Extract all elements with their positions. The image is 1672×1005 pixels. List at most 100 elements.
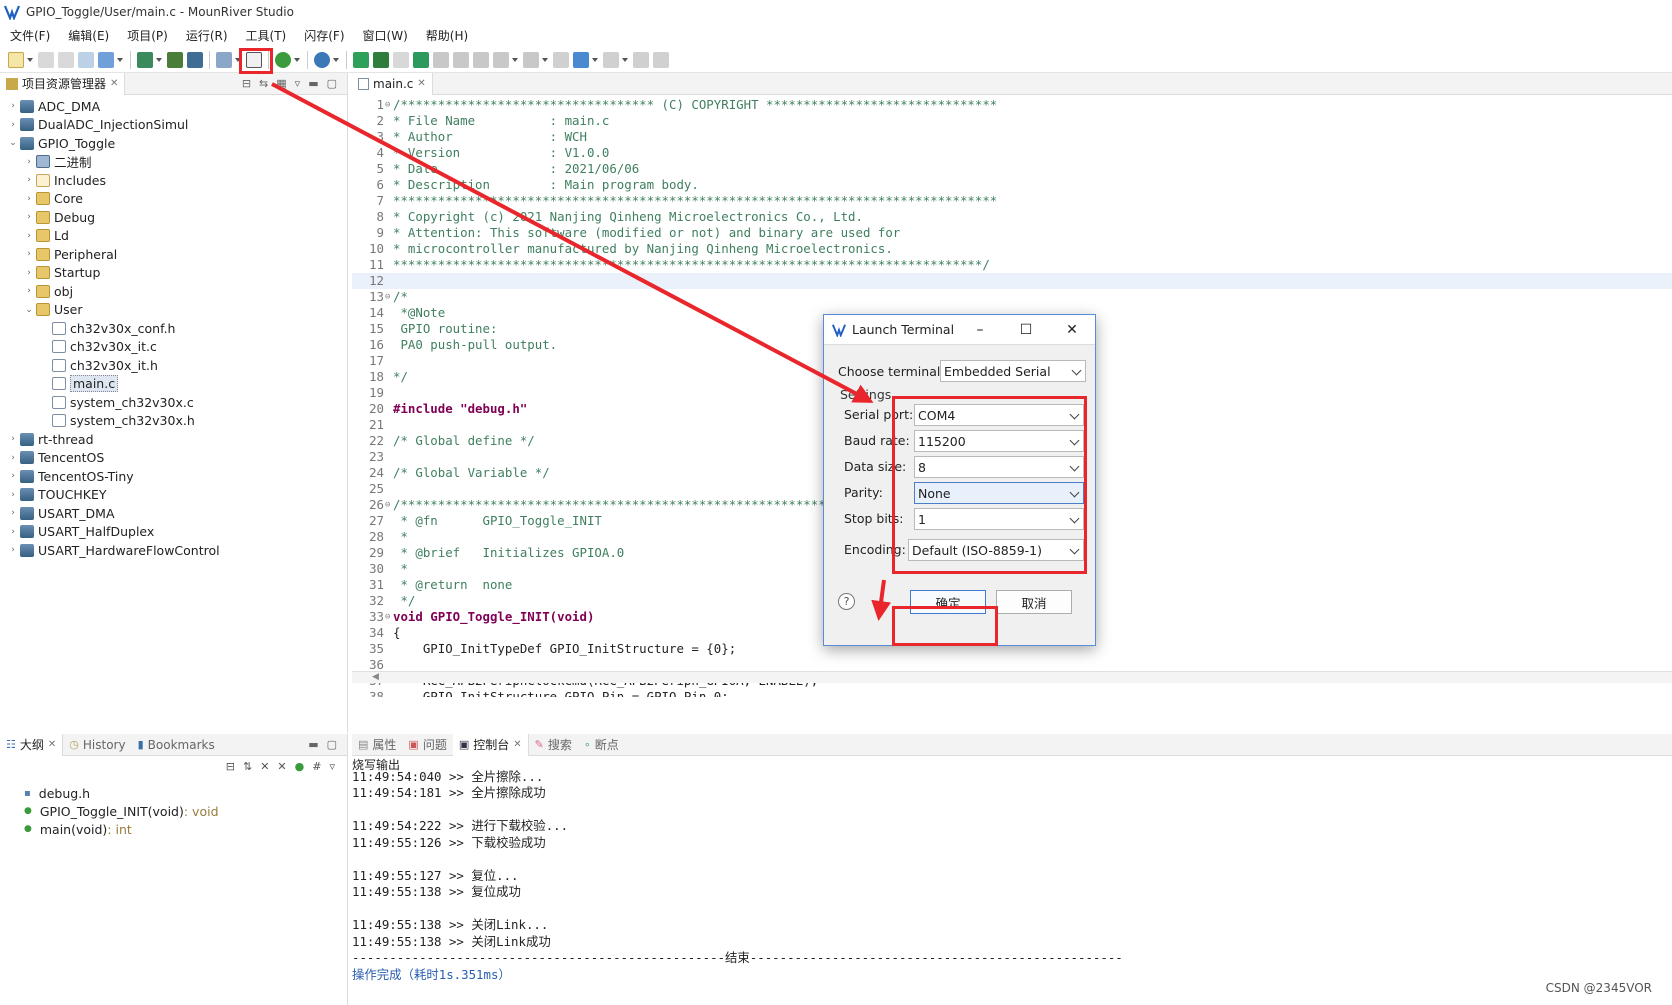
maximize-icon[interactable]: ▢ bbox=[327, 77, 337, 90]
fold-icon[interactable] bbox=[385, 209, 393, 225]
tree-item[interactable]: › USART_DMA bbox=[0, 504, 347, 523]
tree-expander-icon[interactable]: › bbox=[8, 120, 18, 130]
fold-icon[interactable] bbox=[385, 337, 393, 353]
back-icon[interactable] bbox=[573, 51, 589, 68]
fold-icon[interactable] bbox=[385, 545, 393, 561]
hide-static-icon[interactable]: ✕ bbox=[277, 760, 286, 773]
console-icon[interactable] bbox=[393, 51, 409, 68]
fold-icon[interactable] bbox=[385, 129, 393, 145]
step-over-icon[interactable] bbox=[453, 51, 469, 68]
hide-defines-icon[interactable]: # bbox=[312, 760, 321, 773]
tree-expander-icon[interactable]: › bbox=[24, 268, 34, 278]
fold-icon[interactable] bbox=[385, 513, 393, 529]
choose-terminal-select[interactable]: Embedded Serial bbox=[940, 360, 1086, 382]
annotation-dropdown-icon[interactable] bbox=[512, 57, 518, 62]
tree-item[interactable]: › rt-thread bbox=[0, 430, 347, 449]
tree-item[interactable]: ⌄ User bbox=[0, 301, 347, 320]
save-all-icon[interactable] bbox=[58, 51, 74, 68]
fold-icon[interactable] bbox=[385, 385, 393, 401]
close-icon[interactable]: ✕ bbox=[513, 739, 521, 750]
fold-icon[interactable] bbox=[385, 177, 393, 193]
new-dropdown-icon[interactable] bbox=[27, 57, 33, 62]
minimize-button[interactable]: – bbox=[957, 315, 1003, 345]
menu-flash[interactable]: 闪存(F) bbox=[302, 26, 346, 45]
minimize-icon[interactable]: ▬ bbox=[308, 77, 318, 90]
fold-icon[interactable] bbox=[385, 225, 393, 241]
back-dropdown-icon[interactable] bbox=[592, 57, 598, 62]
tree-item[interactable]: › Peripheral bbox=[0, 245, 347, 264]
collapse-icon[interactable]: ⊟ bbox=[226, 760, 235, 773]
hide-fields-icon[interactable]: ✕ bbox=[260, 760, 269, 773]
tree-item[interactable]: › DualADC_InjectionSimul bbox=[0, 116, 347, 135]
tree-item[interactable]: › Debug bbox=[0, 208, 347, 227]
fold-icon[interactable] bbox=[385, 369, 393, 385]
forward-dropdown-icon[interactable] bbox=[622, 57, 628, 62]
fold-icon[interactable] bbox=[385, 529, 393, 545]
tree-item[interactable]: › TOUCHKEY bbox=[0, 486, 347, 505]
fold-icon[interactable] bbox=[385, 433, 393, 449]
tree-expander-icon[interactable]: ⌄ bbox=[24, 305, 34, 315]
tree-expander-icon[interactable]: › bbox=[8, 434, 18, 444]
fold-icon[interactable] bbox=[385, 305, 393, 321]
debug-icon[interactable] bbox=[275, 51, 291, 68]
fold-icon[interactable] bbox=[385, 321, 393, 337]
hide-nonpublic-icon[interactable]: ● bbox=[295, 760, 305, 773]
tree-expander-icon[interactable]: › bbox=[24, 175, 34, 185]
fold-icon[interactable] bbox=[385, 401, 393, 417]
run-icon[interactable] bbox=[353, 51, 369, 68]
close-icon[interactable]: ✕ bbox=[110, 78, 118, 89]
tree-expander-icon[interactable]: › bbox=[8, 490, 18, 500]
tree-item[interactable]: › Includes bbox=[0, 171, 347, 190]
tree-item[interactable]: system_ch32v30x.c bbox=[0, 393, 347, 412]
tree-item[interactable]: ch32v30x_conf.h bbox=[0, 319, 347, 338]
tree-expander-icon[interactable]: › bbox=[8, 101, 18, 111]
last-edit-icon[interactable] bbox=[553, 51, 569, 68]
tree-item[interactable]: › Ld bbox=[0, 227, 347, 246]
maximize-button[interactable]: ☐ bbox=[1003, 315, 1049, 345]
tree-item[interactable]: › USART_HardwareFlowControl bbox=[0, 541, 347, 560]
tree-item[interactable]: › Core bbox=[0, 190, 347, 209]
tree-expander-icon[interactable]: › bbox=[24, 286, 34, 296]
step-return-icon[interactable] bbox=[473, 51, 489, 68]
tree-item[interactable]: main.c bbox=[0, 375, 347, 394]
new-icon[interactable] bbox=[8, 51, 24, 68]
menu-file[interactable]: 文件(F) bbox=[8, 26, 52, 45]
tree-expander-icon[interactable]: ⌄ bbox=[8, 138, 18, 148]
fold-icon[interactable] bbox=[385, 449, 393, 465]
fold-icon[interactable] bbox=[385, 641, 393, 657]
build-icon[interactable] bbox=[167, 51, 183, 68]
tree-expander-icon[interactable]: › bbox=[8, 545, 18, 555]
step-into-icon[interactable] bbox=[433, 51, 449, 68]
menu-run[interactable]: 运行(R) bbox=[184, 26, 230, 45]
close-icon[interactable]: ✕ bbox=[48, 739, 56, 750]
fold-icon[interactable] bbox=[385, 241, 393, 257]
close-icon[interactable]: ✕ bbox=[417, 78, 425, 89]
annotation-icon[interactable] bbox=[493, 51, 509, 68]
sort-icon[interactable]: ⇅ bbox=[243, 760, 252, 773]
tree-item[interactable]: › ADC_DMA bbox=[0, 97, 347, 116]
debug-dropdown-icon[interactable] bbox=[294, 57, 300, 62]
fold-icon[interactable] bbox=[385, 689, 393, 697]
horizontal-scrollbar[interactable]: ◀ bbox=[352, 671, 1672, 683]
collapse-all-icon[interactable]: ⊟ bbox=[242, 77, 251, 90]
search-dropdown-icon[interactable] bbox=[333, 57, 339, 62]
tree-expander-icon[interactable]: › bbox=[24, 194, 34, 204]
tree-expander-icon[interactable]: › bbox=[8, 453, 18, 463]
view-menu-icon[interactable]: ▿ bbox=[329, 760, 335, 773]
fold-icon[interactable]: ⊖ bbox=[385, 497, 393, 513]
download-dropdown-icon[interactable] bbox=[156, 57, 162, 62]
tree-expander-icon[interactable]: › bbox=[24, 231, 34, 241]
minimize-icon[interactable]: ▬ bbox=[308, 738, 318, 751]
menu-project[interactable]: 项目(P) bbox=[125, 26, 170, 45]
outline-item-function[interactable]: ● GPIO_Toggle_INIT(void) : void bbox=[24, 802, 347, 820]
fold-icon[interactable] bbox=[385, 417, 393, 433]
tree-item[interactable]: › USART_HalfDuplex bbox=[0, 523, 347, 542]
link-editor-icon[interactable]: ⇆ bbox=[259, 77, 268, 90]
search-icon[interactable] bbox=[314, 51, 330, 68]
properties-icon[interactable] bbox=[78, 51, 94, 68]
cancel-button[interactable]: 取消 bbox=[996, 590, 1072, 614]
resume-icon[interactable] bbox=[373, 51, 389, 68]
fold-icon[interactable] bbox=[385, 257, 393, 273]
flash-tool-icon[interactable] bbox=[216, 51, 232, 68]
fold-icon[interactable] bbox=[385, 593, 393, 609]
